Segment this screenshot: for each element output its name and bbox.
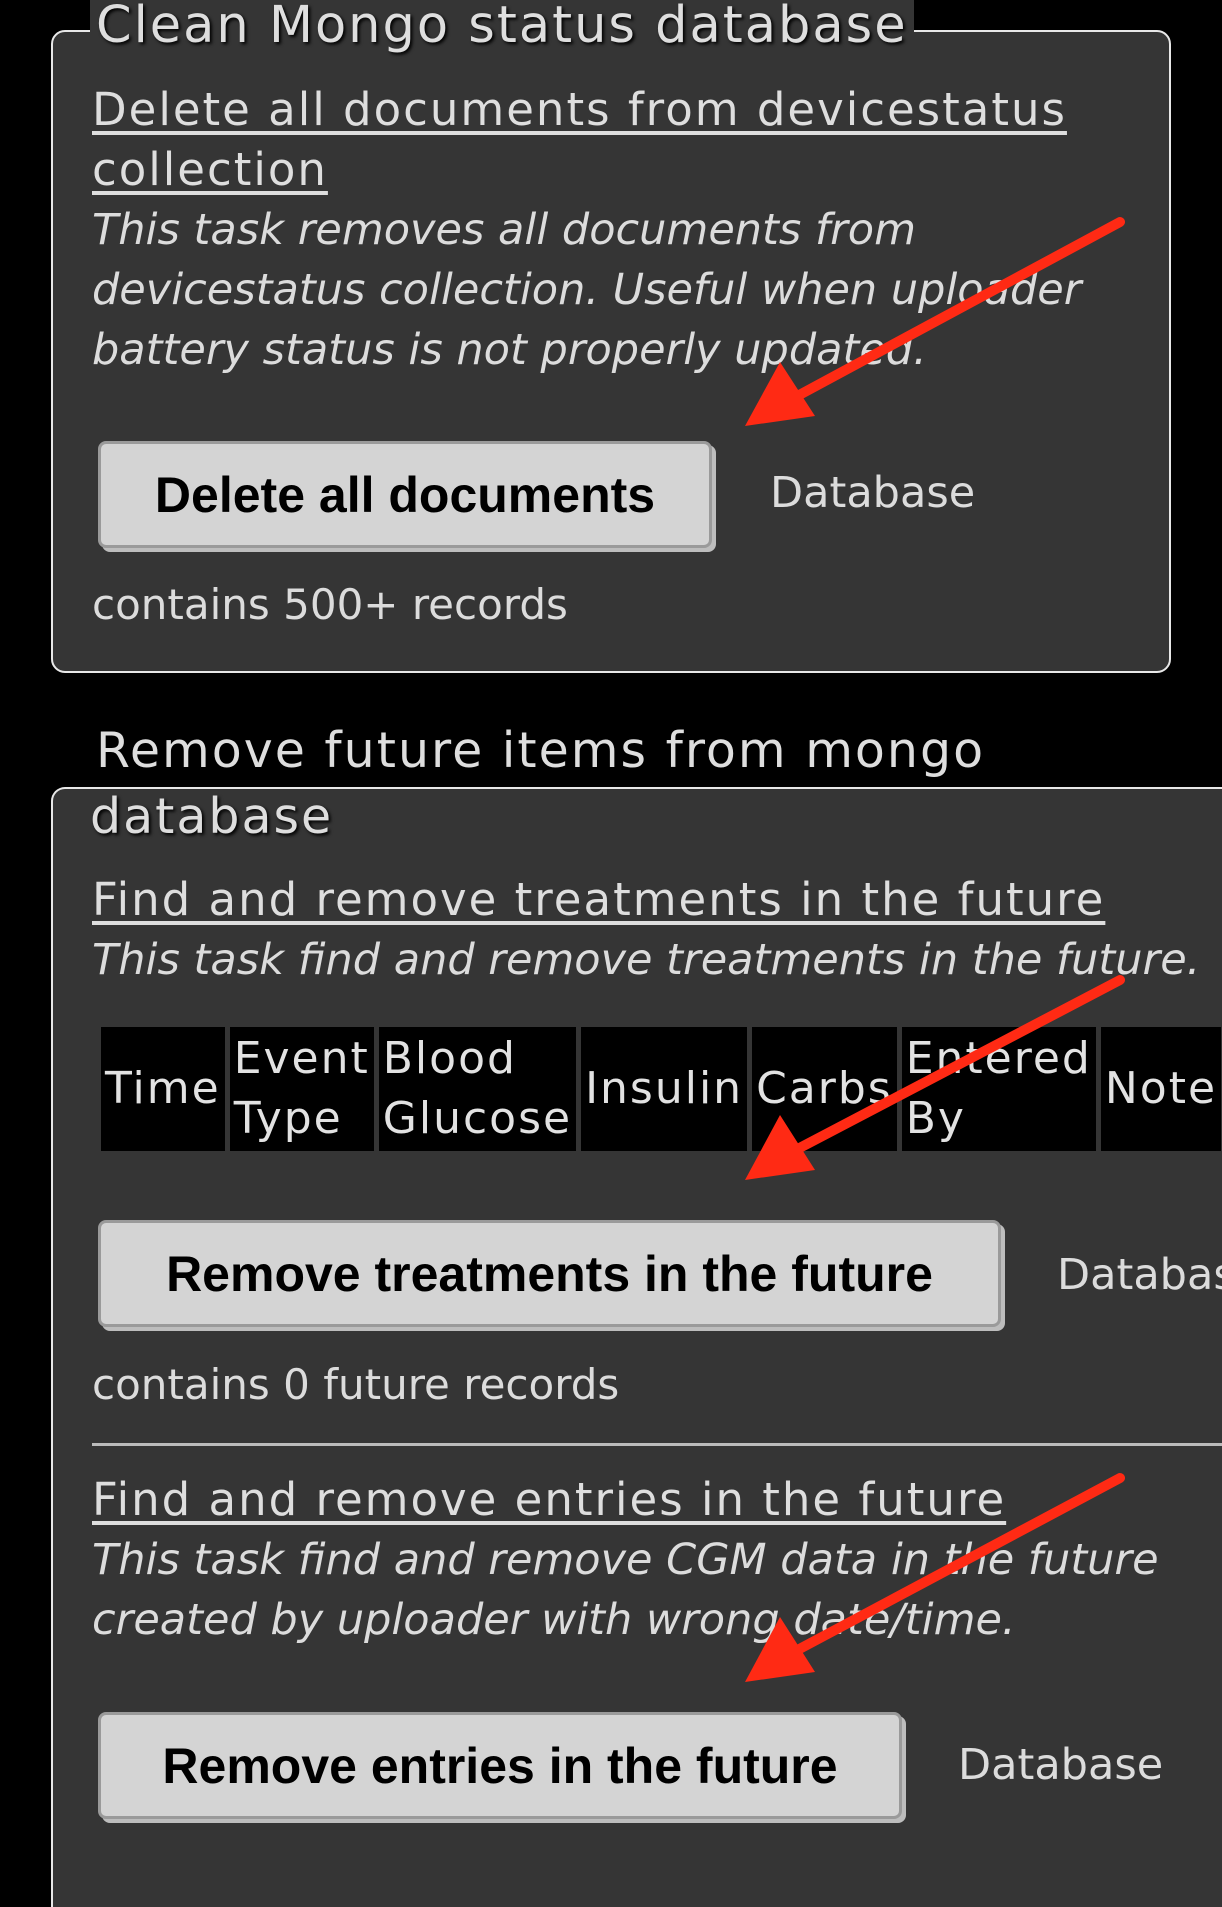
arrow-3-icon <box>745 1473 1125 1682</box>
annotation-arrows <box>745 217 1125 1682</box>
arrow-2-icon <box>745 975 1125 1180</box>
arrow-1-icon <box>745 217 1125 426</box>
